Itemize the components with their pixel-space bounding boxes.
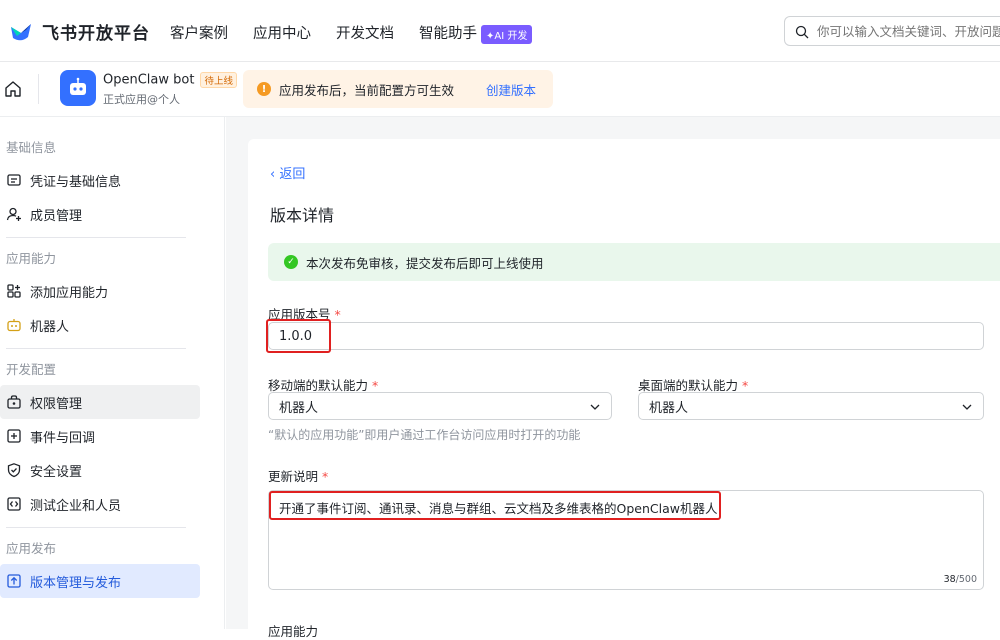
upload-icon — [6, 573, 22, 589]
desktop-value: 机器人 — [649, 400, 689, 416]
nav-item-cases[interactable]: 客户案例 — [170, 22, 228, 43]
notice-text: 应用发布后，当前配置方可生效 — [279, 82, 455, 98]
header-divider — [38, 74, 39, 104]
char-counter-max: /500 — [955, 574, 977, 585]
capability-hint: “默认的应用功能”即用户通过工作台访问应用时打开的功能 — [268, 428, 581, 442]
mobile-label-text: 移动端的默认能力 — [268, 378, 369, 393]
back-link[interactable]: ‹ 返回 — [270, 163, 305, 182]
sidebar-item-members[interactable]: 成员管理 — [0, 197, 200, 231]
sidebar-group-basic: 基础信息 — [6, 140, 57, 155]
main-content: ‹ 返回 版本详情 ✓ 本次发布免审核，提交发布后即可上线使用 应用版本号 * 1… — [226, 117, 1000, 639]
sidebar-item-label: 安全设置 — [30, 464, 83, 480]
success-banner: ✓ 本次发布免审核，提交发布后即可上线使用 — [268, 243, 1000, 281]
sidebar-divider — [6, 348, 186, 349]
sidebar-divider — [6, 527, 186, 528]
desktop-capability-select[interactable]: 机器人 — [638, 392, 984, 420]
mobile-capability-select[interactable]: 机器人 — [268, 392, 612, 420]
check-circle-icon: ✓ — [284, 255, 298, 269]
sidebar-item-label: 权限管理 — [30, 396, 83, 412]
publish-notice: ! 应用发布后，当前配置方可生效 创建版本 — [243, 70, 553, 108]
sidebar-item-bot[interactable]: 机器人 — [0, 308, 200, 342]
sidebar-divider — [6, 237, 186, 238]
required-mark: * — [372, 378, 379, 393]
warning-icon: ! — [257, 82, 271, 96]
sidebar-group-dev: 开发配置 — [6, 362, 57, 377]
feishu-logo-icon — [8, 18, 34, 44]
sidebar-item-add-capability[interactable]: 添加应用能力 — [0, 274, 200, 308]
sidebar-item-label: 添加应用能力 — [30, 285, 109, 301]
notes-label: 更新说明 * — [268, 466, 328, 485]
highlight-box — [266, 319, 331, 353]
nav-item-app-center[interactable]: 应用中心 — [253, 22, 311, 43]
page-title: 版本详情 — [270, 206, 335, 225]
create-version-link[interactable]: 创建版本 — [486, 80, 536, 99]
highlight-box — [269, 491, 721, 520]
required-mark: * — [742, 378, 749, 393]
app-header: OpenClaw bot 待上线 正式应用@个人 ! 应用发布后，当前配置方可生效… — [0, 62, 1000, 117]
sidebar-item-label: 版本管理与发布 — [30, 575, 122, 591]
app-name-text: OpenClaw bot — [103, 72, 195, 88]
ai-badge: ✦AI 开发 — [481, 24, 533, 44]
sidebar-item-test-org[interactable]: 测试企业和人员 — [0, 487, 200, 521]
home-icon[interactable] — [4, 80, 22, 98]
capability-label: 应用能力 — [268, 624, 319, 639]
search-icon — [795, 24, 809, 39]
char-counter-current: 38 — [943, 574, 956, 585]
required-mark: * — [334, 307, 341, 322]
chevron-down-icon — [589, 401, 601, 413]
robot-app-icon — [60, 70, 96, 106]
chevron-left-icon: ‹ — [270, 167, 280, 182]
sidebar-item-label: 测试企业和人员 — [30, 498, 122, 514]
event-icon — [6, 428, 22, 444]
sidebar-group-release: 应用发布 — [6, 541, 57, 556]
apps-grid-icon — [6, 283, 22, 299]
mobile-value: 机器人 — [279, 400, 319, 416]
credential-icon — [6, 172, 22, 188]
nav-menu: 客户案例 应用中心 开发文档 智能助手 ✦AI 开发 — [170, 22, 557, 44]
brand[interactable]: 飞书开放平台 — [8, 18, 150, 44]
version-input[interactable]: 1.0.0 — [268, 322, 984, 350]
add-user-icon — [6, 206, 22, 222]
nav-item-assistant-label: 智能助手 — [419, 26, 477, 42]
sidebar-item-credentials[interactable]: 凭证与基础信息 — [0, 163, 200, 197]
sidebar-item-label: 成员管理 — [30, 208, 83, 224]
sidebar-item-label: 凭证与基础信息 — [30, 174, 122, 190]
nav-item-docs[interactable]: 开发文档 — [336, 22, 394, 43]
robot-icon — [6, 317, 22, 333]
sidebar: 基础信息 凭证与基础信息 成员管理 应用能力 添加应用能力 机器人 开发配置 权… — [0, 117, 225, 629]
sidebar-item-versions[interactable]: 版本管理与发布 — [0, 564, 200, 598]
success-text: 本次发布免审核，提交发布后即可上线使用 — [306, 255, 544, 271]
sidebar-item-label: 事件与回调 — [30, 430, 96, 446]
required-mark: * — [322, 469, 329, 484]
shield-icon — [6, 462, 22, 478]
sidebar-item-label: 机器人 — [30, 319, 70, 335]
app-subtitle: 正式应用@个人 — [103, 93, 180, 106]
version-detail-card: ‹ 返回 版本详情 ✓ 本次发布免审核，提交发布后即可上线使用 应用版本号 * 1… — [248, 139, 1000, 639]
code-icon — [6, 496, 22, 512]
sidebar-group-capability: 应用能力 — [6, 251, 57, 266]
search-input[interactable] — [817, 23, 1000, 39]
brand-name: 飞书开放平台 — [42, 23, 150, 44]
notes-label-text: 更新说明 — [268, 469, 319, 484]
top-navbar: 飞书开放平台 客户案例 应用中心 开发文档 智能助手 ✦AI 开发 — [0, 0, 1000, 62]
nav-item-assistant[interactable]: 智能助手 ✦AI 开发 — [419, 22, 533, 44]
desktop-label-text: 桌面端的默认能力 — [638, 378, 739, 393]
search-box[interactable] — [784, 16, 1000, 46]
char-counter: 38/500 — [944, 574, 977, 585]
back-label: 返回 — [279, 167, 306, 182]
sidebar-item-security[interactable]: 安全设置 — [0, 453, 200, 487]
app-name: OpenClaw bot 待上线 — [103, 72, 237, 88]
permission-icon — [6, 394, 22, 410]
sidebar-item-events[interactable]: 事件与回调 — [0, 419, 200, 453]
status-badge: 待上线 — [200, 72, 237, 88]
sidebar-item-permissions[interactable]: 权限管理 — [0, 385, 200, 419]
chevron-down-icon — [961, 401, 973, 413]
